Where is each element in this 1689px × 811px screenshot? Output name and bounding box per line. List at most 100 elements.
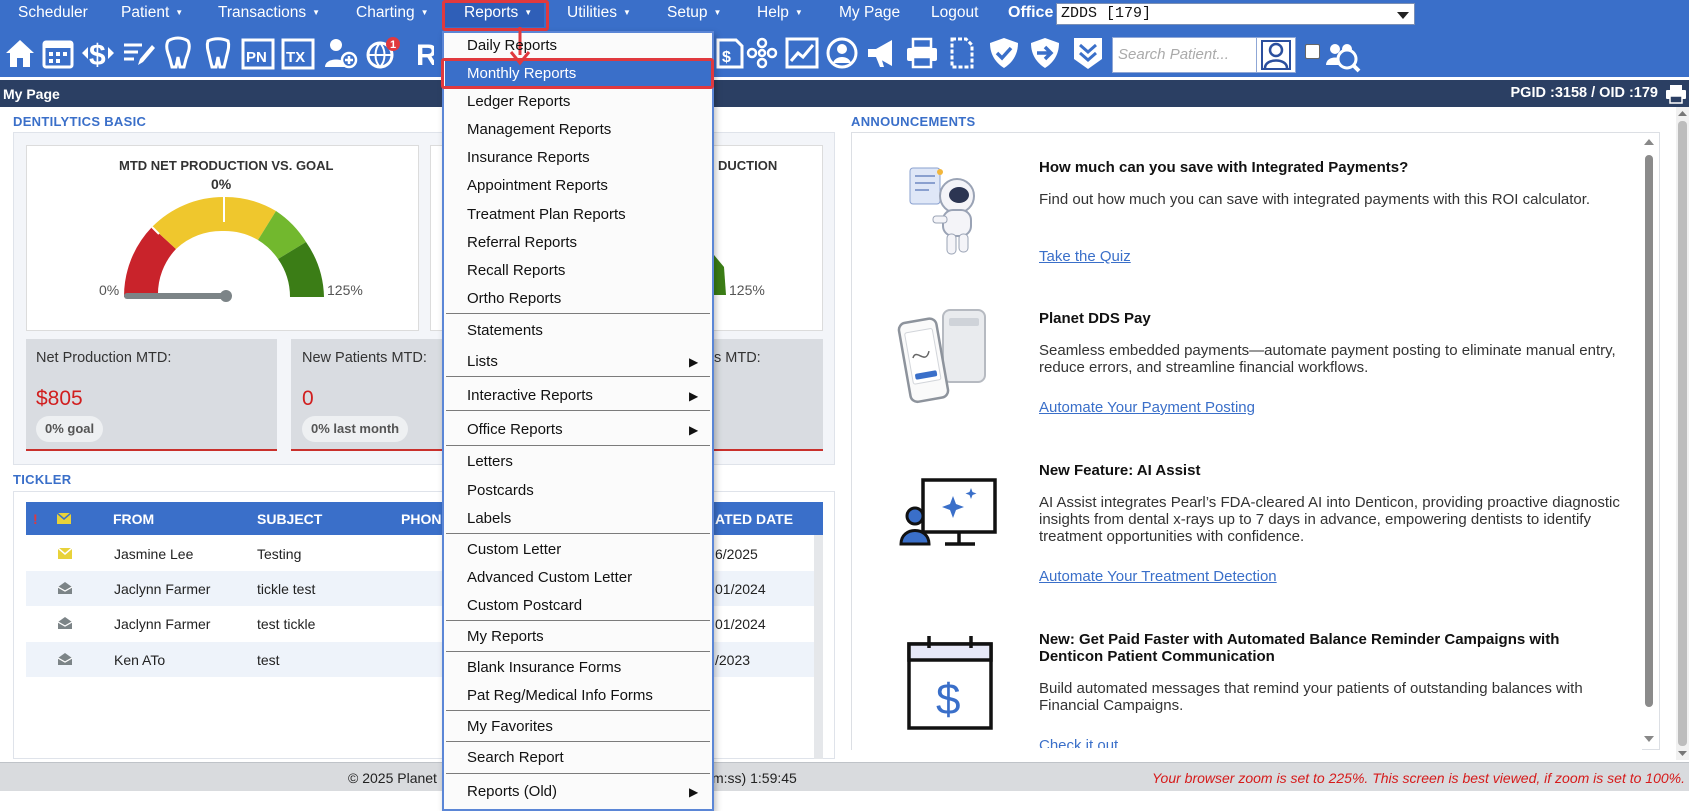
office-value: ZDDS [179] xyxy=(1061,5,1152,22)
submenu-arrow-icon: ▶ xyxy=(689,355,699,369)
calendar-dollar-illustration-icon: $ xyxy=(907,636,993,730)
progress-notes-icon[interactable]: PN xyxy=(240,35,276,71)
row-subject: test tickle xyxy=(257,616,316,632)
menu-item-custom-postcard[interactable]: Custom Postcard xyxy=(467,597,582,614)
menu-item-reports-old[interactable]: Reports (Old) xyxy=(467,783,557,800)
printer-icon[interactable] xyxy=(904,35,940,71)
notes-edit-icon[interactable] xyxy=(120,35,156,71)
megaphone-icon[interactable] xyxy=(864,35,900,71)
kpi-label: s MTD: xyxy=(714,350,761,366)
page-title: My Page xyxy=(3,86,60,102)
menu-logout[interactable]: Logout xyxy=(931,0,978,27)
tickler-scrollbar[interactable] xyxy=(814,535,823,759)
user-circle-icon[interactable] xyxy=(824,35,860,71)
menu-item-my-favorites[interactable]: My Favorites xyxy=(467,718,553,735)
menu-label: Transactions xyxy=(218,4,307,21)
dollar-transactions-icon[interactable]: $ xyxy=(80,35,116,71)
menu-label: Charting xyxy=(356,4,415,21)
row-from: Jasmine Lee xyxy=(114,546,194,562)
menu-item-referral-reports[interactable]: Referral Reports xyxy=(467,234,577,251)
menu-charting[interactable]: Charting ▼ xyxy=(356,0,429,27)
phone-header[interactable]: PHON xyxy=(401,511,441,527)
add-patient-icon[interactable] xyxy=(322,35,358,71)
caret-down-icon: ▼ xyxy=(713,8,722,17)
tooth-icon[interactable] xyxy=(200,35,236,71)
chevron-down-icon xyxy=(1397,12,1409,19)
kpi-label: Net Production MTD: xyxy=(36,350,172,366)
calendar-icon[interactable] xyxy=(40,35,76,71)
menu-divider xyxy=(446,773,710,774)
print-page-icon[interactable] xyxy=(1665,84,1687,104)
insurance-dollar-icon[interactable]: $ xyxy=(712,35,748,71)
office-select[interactable]: ZDDS [179] xyxy=(1056,3,1415,25)
menu-item-my-reports[interactable]: My Reports xyxy=(467,628,544,645)
menu-item-insurance-reports[interactable]: Insurance Reports xyxy=(467,149,590,166)
announcement-body: Find out how much you can save with inte… xyxy=(1039,191,1591,208)
search-patient-input[interactable]: Search Patient... xyxy=(1112,37,1257,73)
copyright-text: © 2025 Planet xyxy=(348,770,437,786)
menu-transactions[interactable]: Transactions ▼ xyxy=(218,0,320,27)
svg-text:PN: PN xyxy=(246,49,267,66)
menu-patient[interactable]: Patient ▼ xyxy=(121,0,183,27)
treatment-plan-icon[interactable]: TX xyxy=(280,35,316,71)
menu-item-monthly-reports[interactable]: Monthly Reports xyxy=(467,65,576,82)
menu-item-statements[interactable]: Statements xyxy=(467,322,543,339)
documents-icon[interactable] xyxy=(944,35,980,71)
menu-item-advanced-custom-letter[interactable]: Advanced Custom Letter xyxy=(467,569,632,586)
shield-chevrons-icon[interactable] xyxy=(1070,35,1106,71)
tooth-chart-icon[interactable] xyxy=(160,35,196,71)
network-icon[interactable] xyxy=(744,35,780,71)
row-from: Jaclynn Farmer xyxy=(114,616,211,632)
menu-item-blank-insurance-forms[interactable]: Blank Insurance Forms xyxy=(467,659,621,676)
row-date: /2023 xyxy=(715,652,751,668)
page-header-bar: My Page PGID :3158 / OID :179 xyxy=(0,80,1689,107)
caret-down-icon: ▼ xyxy=(312,8,321,17)
subject-header[interactable]: SUBJECT xyxy=(257,511,322,527)
globe-alerts-icon[interactable]: 1 xyxy=(364,35,400,71)
astronaut-illustration-icon xyxy=(909,167,975,255)
menu-setup[interactable]: Setup ▼ xyxy=(667,0,721,27)
production-gauge xyxy=(123,196,324,302)
shield-check-icon[interactable] xyxy=(986,35,1022,71)
menu-item-appointment-reports[interactable]: Appointment Reports xyxy=(467,177,608,194)
home-icon[interactable] xyxy=(2,35,38,71)
menu-item-custom-letter[interactable]: Custom Letter xyxy=(467,541,561,558)
menu-divider xyxy=(446,376,710,377)
envelope-open-icon xyxy=(58,653,72,665)
menu-item-labels[interactable]: Labels xyxy=(467,510,511,527)
menu-scheduler[interactable]: Scheduler xyxy=(18,0,88,27)
date-header[interactable]: ATED DATE xyxy=(715,511,793,527)
menu-label: Logout xyxy=(931,4,979,21)
announcement-link[interactable]: Automate Your Payment Posting xyxy=(1039,399,1255,416)
menu-item-ledger-reports[interactable]: Ledger Reports xyxy=(467,93,570,110)
menu-item-ortho-reports[interactable]: Ortho Reports xyxy=(467,290,561,307)
announcement-title: Planet DDS Pay xyxy=(1039,310,1151,327)
from-header[interactable]: FROM xyxy=(113,511,154,527)
menu-help[interactable]: Help ▼ xyxy=(757,0,803,27)
menu-item-management-reports[interactable]: Management Reports xyxy=(467,121,611,138)
chart-line-icon[interactable] xyxy=(784,35,820,71)
announcement-link[interactable]: Take the Quiz xyxy=(1039,248,1131,265)
menu-item-recall-reports[interactable]: Recall Reports xyxy=(467,262,565,279)
menu-item-lists[interactable]: Lists xyxy=(467,353,498,370)
group-search-icon[interactable] xyxy=(1323,37,1361,73)
menu-item-treatment-plan-reports[interactable]: Treatment Plan Reports xyxy=(467,206,626,223)
menu-item-pat-reg-medical-info-forms[interactable]: Pat Reg/Medical Info Forms xyxy=(467,687,653,704)
menu-item-search-report[interactable]: Search Report xyxy=(467,749,564,766)
menu-item-office-reports[interactable]: Office Reports xyxy=(467,421,563,438)
page-scrollbar[interactable] xyxy=(1676,107,1689,760)
announcement-link[interactable]: Automate Your Treatment Detection xyxy=(1039,568,1277,585)
patient-search-button[interactable] xyxy=(1256,37,1296,73)
shield-arrow-icon[interactable] xyxy=(1027,35,1063,71)
menu-item-daily-reports[interactable]: Daily Reports xyxy=(467,37,557,54)
menu-utilities[interactable]: Utilities ▼ xyxy=(567,0,631,27)
menu-item-interactive-reports[interactable]: Interactive Reports xyxy=(467,387,593,404)
menu-my-page[interactable]: My Page xyxy=(839,0,900,27)
caret-down-icon: ▼ xyxy=(794,8,803,17)
menu-item-letters[interactable]: Letters xyxy=(467,453,513,470)
menu-item-postcards[interactable]: Postcards xyxy=(467,482,534,499)
announcements-scrollbar[interactable] xyxy=(1643,138,1655,745)
reports-r-icon[interactable]: R xyxy=(404,35,434,71)
svg-text:$: $ xyxy=(722,49,731,66)
search-option-checkbox[interactable] xyxy=(1305,44,1320,59)
